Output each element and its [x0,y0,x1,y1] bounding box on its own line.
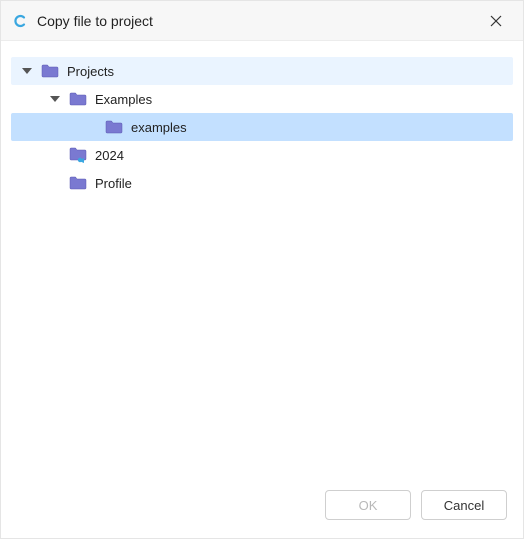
ok-button-label: OK [359,498,378,513]
tree-node-label: Profile [95,176,132,191]
tree-node-label: Examples [95,92,152,107]
chevron-down-icon [22,68,32,74]
tree-node-profile[interactable]: Profile [11,169,513,197]
ok-button[interactable]: OK [325,490,411,520]
tree-node-projects[interactable]: Projects [11,57,513,85]
tree-node-examples[interactable]: Examples [11,85,513,113]
close-button[interactable] [481,6,511,36]
dialog-footer: OK Cancel [1,478,523,538]
expand-toggle[interactable] [19,63,35,79]
tree-node-examples-child[interactable]: examples [11,113,513,141]
folder-tree[interactable]: Projects Examples examples [1,41,523,478]
tree-node-label: 2024 [95,148,124,163]
chevron-down-icon [50,96,60,102]
titlebar: Copy file to project [1,1,523,41]
close-icon [490,15,502,27]
folder-icon [69,90,87,108]
window-title: Copy file to project [37,13,481,29]
expand-toggle[interactable] [47,91,63,107]
tree-node-label: examples [131,120,187,135]
tree-node-label: Projects [67,64,114,79]
cancel-button-label: Cancel [444,498,484,513]
folder-icon [69,174,87,192]
folder-icon [105,118,123,136]
folder-link-icon [69,146,87,164]
cancel-button[interactable]: Cancel [421,490,507,520]
tree-node-2024[interactable]: 2024 [11,141,513,169]
app-icon [13,13,29,29]
folder-icon [41,62,59,80]
